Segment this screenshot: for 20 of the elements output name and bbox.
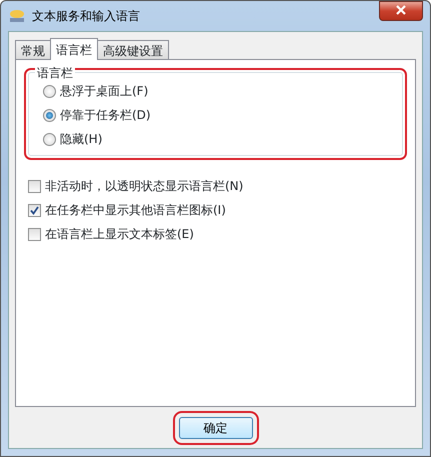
radio-button[interactable] <box>43 108 56 122</box>
close-button[interactable] <box>379 1 423 21</box>
checkbox[interactable] <box>28 228 41 240</box>
app-icon <box>8 8 26 24</box>
tab[interactable]: 语言栏 <box>50 38 98 60</box>
checkbox[interactable] <box>28 180 41 192</box>
close-icon <box>396 5 406 16</box>
radio-button[interactable] <box>43 84 56 98</box>
radio-button[interactable] <box>43 132 56 146</box>
group-title: 语言栏 <box>35 64 75 82</box>
window-title: 文本服务和输入语言 <box>32 8 140 25</box>
option-label: 停靠于任务栏(D) <box>60 107 151 124</box>
option-label: 隐藏(H) <box>60 131 102 148</box>
checkbox-label: 在语言栏上显示文本标签(E) <box>45 226 194 243</box>
option-label: 悬浮于桌面上(F) <box>60 83 148 100</box>
checkbox-label: 非活动时，以透明状态显示语言栏(N) <box>45 178 244 195</box>
checkbox-label: 在任务栏中显示其他语言栏图标(I) <box>45 202 226 219</box>
tab[interactable]: 高级键设置 <box>97 40 169 59</box>
tab[interactable]: 常规 <box>15 40 51 59</box>
checkbox[interactable] <box>28 204 41 216</box>
